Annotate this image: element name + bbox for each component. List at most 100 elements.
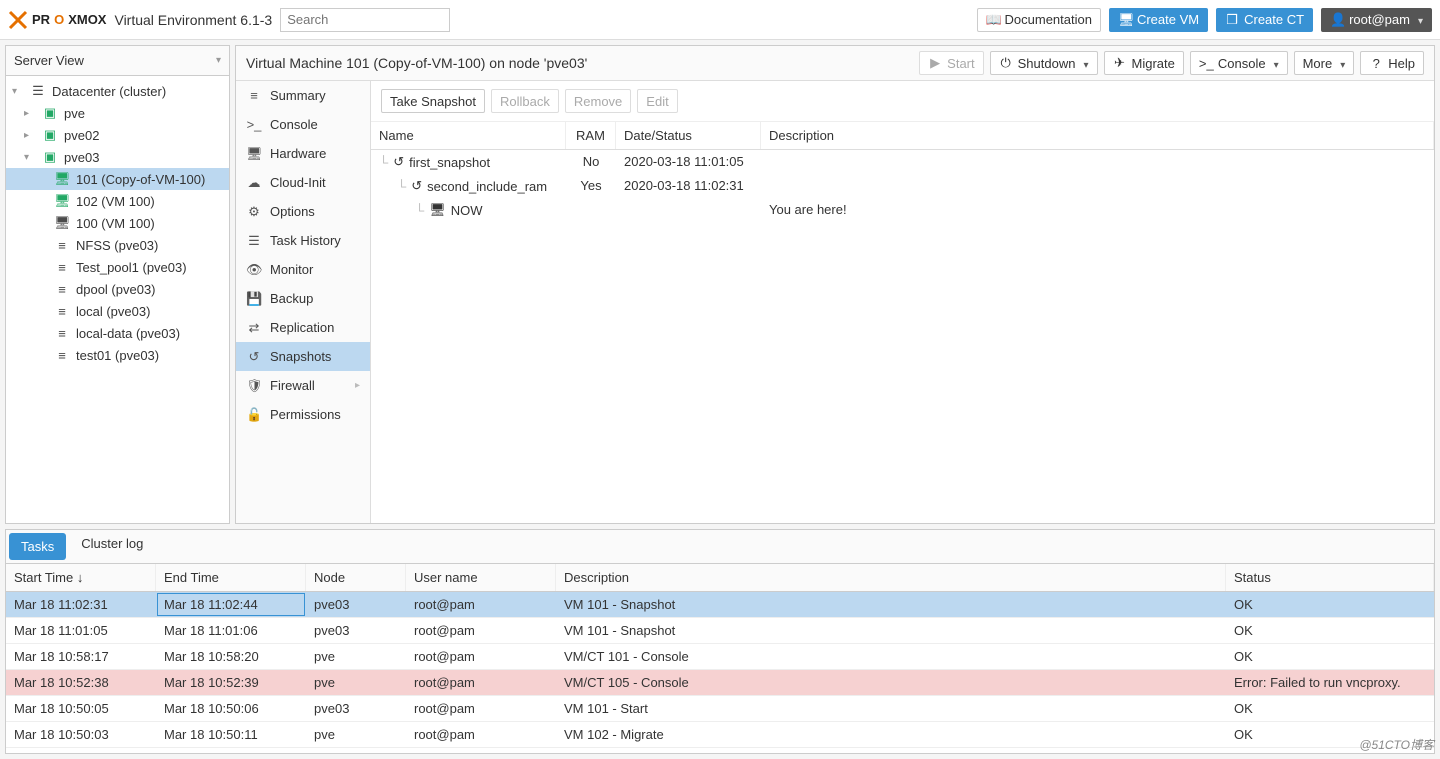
task-row[interactable]: Mar 18 11:02:31Mar 18 11:02:44pve03root@… [6, 592, 1434, 618]
menu-firewall[interactable]: 🛡Firewall▸ [236, 371, 370, 400]
task-desc: VM 101 - Snapshot [556, 592, 1226, 617]
play-icon: ▶ [928, 55, 942, 71]
tree-item-local[interactable]: ≡ local (pve03) [6, 300, 229, 322]
storage-icon: ≡ [54, 348, 70, 363]
snapshot-ram: No [566, 150, 616, 174]
tree-label: local (pve03) [76, 304, 150, 319]
menu-label: Task History [270, 233, 341, 248]
rollback-button[interactable]: Rollback [491, 89, 559, 113]
menu-label: Firewall [270, 378, 315, 393]
snapshot-row[interactable]: └↺second_include_ramYes2020-03-18 11:02:… [371, 174, 1434, 198]
server-tree: ▾ ☰ Datacenter (cluster) ▸▣pve▸▣pve02▾▣p… [6, 76, 229, 370]
col-end[interactable]: End Time [156, 564, 306, 591]
snapshot-date [616, 198, 761, 222]
snapshot-desc: You are here! [761, 198, 1434, 222]
task-row[interactable]: Mar 18 10:50:03Mar 18 10:50:11pveroot@pa… [6, 722, 1434, 748]
monitor-icon: 🖥 [1118, 12, 1132, 28]
storage-icon: ≡ [54, 304, 70, 319]
col-node[interactable]: Node [306, 564, 406, 591]
vm-icon: 🖥 [54, 193, 70, 209]
col-desc[interactable]: Description [556, 564, 1226, 591]
tree-item-localdata[interactable]: ≡local-data (pve03) [6, 322, 229, 344]
task-row[interactable]: Mar 18 11:01:05Mar 18 11:01:06pve03root@… [6, 618, 1434, 644]
menu-permissions[interactable]: 🔓Permissions [236, 400, 370, 429]
migrate-button[interactable]: ✈Migrate [1104, 51, 1184, 75]
create-vm-button[interactable]: 🖥Create VM [1109, 8, 1208, 32]
tree-label: pve03 [64, 150, 99, 165]
start-button[interactable]: ▶Start [919, 51, 983, 75]
menu-task-history[interactable]: ☰Task History [236, 226, 370, 255]
menu-console[interactable]: >_Console [236, 110, 370, 139]
snapshot-row[interactable]: └↺first_snapshotNo2020-03-18 11:01:05 [371, 150, 1434, 174]
tree-item-test01[interactable]: ≡test01 (pve03) [6, 344, 229, 366]
tree-elbow-icon: └ [415, 203, 424, 218]
menu-snapshots[interactable]: ↺Snapshots [236, 342, 370, 371]
snapshot-row[interactable]: └🖥NOWYou are here! [371, 198, 1434, 222]
col-name[interactable]: Name [371, 122, 566, 149]
col-user[interactable]: User name [406, 564, 556, 591]
tree-item-nfss[interactable]: ≡NFSS (pve03) [6, 234, 229, 256]
log-tabs: Tasks Cluster log [6, 530, 1434, 564]
tab-tasks[interactable]: Tasks [9, 533, 66, 560]
task-node: pve [306, 670, 406, 695]
take-snapshot-button[interactable]: Take Snapshot [381, 89, 485, 113]
task-row[interactable]: Mar 18 10:58:17Mar 18 10:58:20pveroot@pa… [6, 644, 1434, 670]
tree-item-dpool[interactable]: ≡dpool (pve03) [6, 278, 229, 300]
tree-datacenter[interactable]: ▾ ☰ Datacenter (cluster) [6, 80, 229, 102]
snapshot-name: NOW [451, 203, 483, 218]
shutdown-button[interactable]: ⏻Shutdown [990, 51, 1098, 75]
task-desc: VM 102 - Migrate [556, 722, 1226, 747]
tree-item-101[interactable]: 🖥101 (Copy-of-VM-100) [6, 168, 229, 190]
collapse-icon[interactable]: ▾ [24, 152, 36, 163]
task-user: root@pam [406, 696, 556, 721]
help-icon: ? [1369, 56, 1383, 71]
snapshot-desc [761, 174, 1434, 198]
col-desc[interactable]: Description [761, 122, 1434, 149]
tree-item-100[interactable]: 🖥100 (VM 100) [6, 212, 229, 234]
tree-item-tp1[interactable]: ≡Test_pool1 (pve03) [6, 256, 229, 278]
tree-node-pve[interactable]: ▸▣pve [6, 102, 229, 124]
task-end: Mar 18 10:50:11 [156, 722, 306, 747]
snapshot-panel: Take Snapshot Rollback Remove Edit Name … [371, 81, 1434, 523]
tree-elbow-icon: └ [379, 155, 388, 170]
tree-item-102[interactable]: 🖥102 (VM 100) [6, 190, 229, 212]
remove-button[interactable]: Remove [565, 89, 631, 113]
tree-label: Datacenter (cluster) [52, 84, 166, 99]
task-user: root@pam [406, 618, 556, 643]
bottom-log-panel: Tasks Cluster log Start Time ↓ End Time … [5, 529, 1435, 754]
menu-summary[interactable]: ≡Summary [236, 81, 370, 110]
tree-node-pve02[interactable]: ▸▣pve02 [6, 124, 229, 146]
tree-node-pve03[interactable]: ▾▣pve03 [6, 146, 229, 168]
expand-icon[interactable]: ▸ [24, 130, 36, 141]
edit-button[interactable]: Edit [637, 89, 677, 113]
task-row[interactable]: Mar 18 10:50:05Mar 18 10:50:06pve03root@… [6, 696, 1434, 722]
search-input[interactable] [280, 8, 450, 32]
collapse-icon[interactable]: ▾ [12, 86, 24, 97]
chevron-right-icon: ▸ [355, 380, 360, 391]
col-ram[interactable]: RAM [566, 122, 616, 149]
console-button[interactable]: >_Console [1190, 51, 1288, 75]
menu-cloud-init[interactable]: ☁Cloud-Init [236, 168, 370, 197]
help-button[interactable]: ?Help [1360, 51, 1424, 75]
more-button[interactable]: More [1294, 51, 1355, 75]
menu-hardware[interactable]: 🖥Hardware [236, 139, 370, 168]
col-date[interactable]: Date/Status [616, 122, 761, 149]
create-ct-button[interactable]: ❒Create CT [1216, 8, 1313, 32]
user-menu-button[interactable]: 👤root@pam [1321, 8, 1432, 32]
permissions-icon: 🔓 [246, 407, 262, 423]
cloud-init-icon: ☁ [246, 175, 262, 191]
col-status[interactable]: Status [1226, 564, 1434, 591]
snapshot-columns: Name RAM Date/Status Description [371, 122, 1434, 150]
menu-replication[interactable]: ⇄Replication [236, 313, 370, 342]
menu-backup[interactable]: 💾Backup [236, 284, 370, 313]
col-start[interactable]: Start Time ↓ [6, 564, 156, 591]
tab-cluster-log[interactable]: Cluster log [69, 530, 155, 563]
documentation-button[interactable]: 📖Documentation [977, 8, 1101, 32]
task-row[interactable]: Mar 18 10:52:38Mar 18 10:52:39pveroot@pa… [6, 670, 1434, 696]
tree-view-selector[interactable]: Server View▾ [6, 46, 229, 76]
user-icon: 👤 [1330, 12, 1344, 28]
task-start: Mar 18 10:50:05 [6, 696, 156, 721]
menu-options[interactable]: ⚙Options [236, 197, 370, 226]
menu-monitor[interactable]: 👁Monitor [236, 255, 370, 284]
expand-icon[interactable]: ▸ [24, 108, 36, 119]
